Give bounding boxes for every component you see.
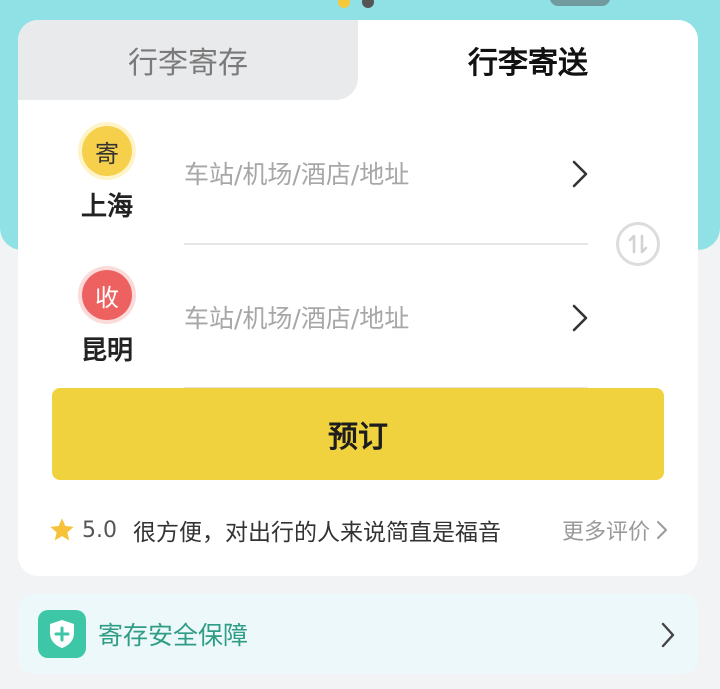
review-text: 很方便，对出行的人来说简直是福音 [133, 520, 501, 546]
carousel-dot[interactable] [362, 0, 374, 8]
star-icon [50, 518, 74, 541]
safety-label: 寄存安全保障 [98, 621, 249, 650]
chevron-right-icon [660, 620, 680, 650]
divider [184, 243, 588, 245]
sender-row[interactable]: 寄 上海 [18, 116, 698, 260]
book-button[interactable]: 预订 [52, 388, 664, 480]
receiver-city[interactable]: 昆明 [74, 330, 140, 367]
more-reviews-link[interactable]: 更多评价 [562, 510, 668, 550]
storage-safety-banner[interactable]: 寄存安全保障 [18, 594, 698, 674]
chevron-right-icon [656, 520, 668, 540]
carousel-dot-active[interactable] [338, 0, 350, 8]
review-summary: 5.0 很方便，对出行的人来说简直是福音 更多评价 [48, 510, 668, 550]
sender-address-input[interactable] [184, 150, 544, 198]
tab-luggage-delivery-label: 行李寄送 [468, 46, 588, 81]
hero-decoration [550, 0, 610, 6]
more-reviews-label: 更多评价 [561, 520, 650, 545]
sender-city[interactable]: 上海 [74, 186, 140, 223]
send-badge: 寄 [82, 126, 132, 176]
receiver-address-input[interactable] [184, 294, 544, 342]
receive-badge-label: 收 [95, 283, 119, 312]
receiver-row[interactable]: 收 昆明 [18, 260, 698, 404]
receive-badge: 收 [82, 270, 132, 320]
chevron-right-icon[interactable] [568, 300, 592, 336]
tab-luggage-delivery[interactable]: 行李寄送 [358, 20, 698, 100]
rating-score: 5.0 [82, 517, 117, 543]
send-badge-label: 寄 [95, 139, 119, 168]
carousel-indicator [338, 0, 374, 8]
chevron-right-icon[interactable] [568, 156, 592, 192]
shield-plus-icon [38, 610, 86, 658]
tab-luggage-storage-label: 行李寄存 [128, 46, 248, 81]
tab-luggage-storage[interactable]: 行李寄存 [18, 20, 358, 100]
booking-card: 行李寄存 行李寄送 寄 上海 收 昆明 预订 [18, 20, 698, 576]
